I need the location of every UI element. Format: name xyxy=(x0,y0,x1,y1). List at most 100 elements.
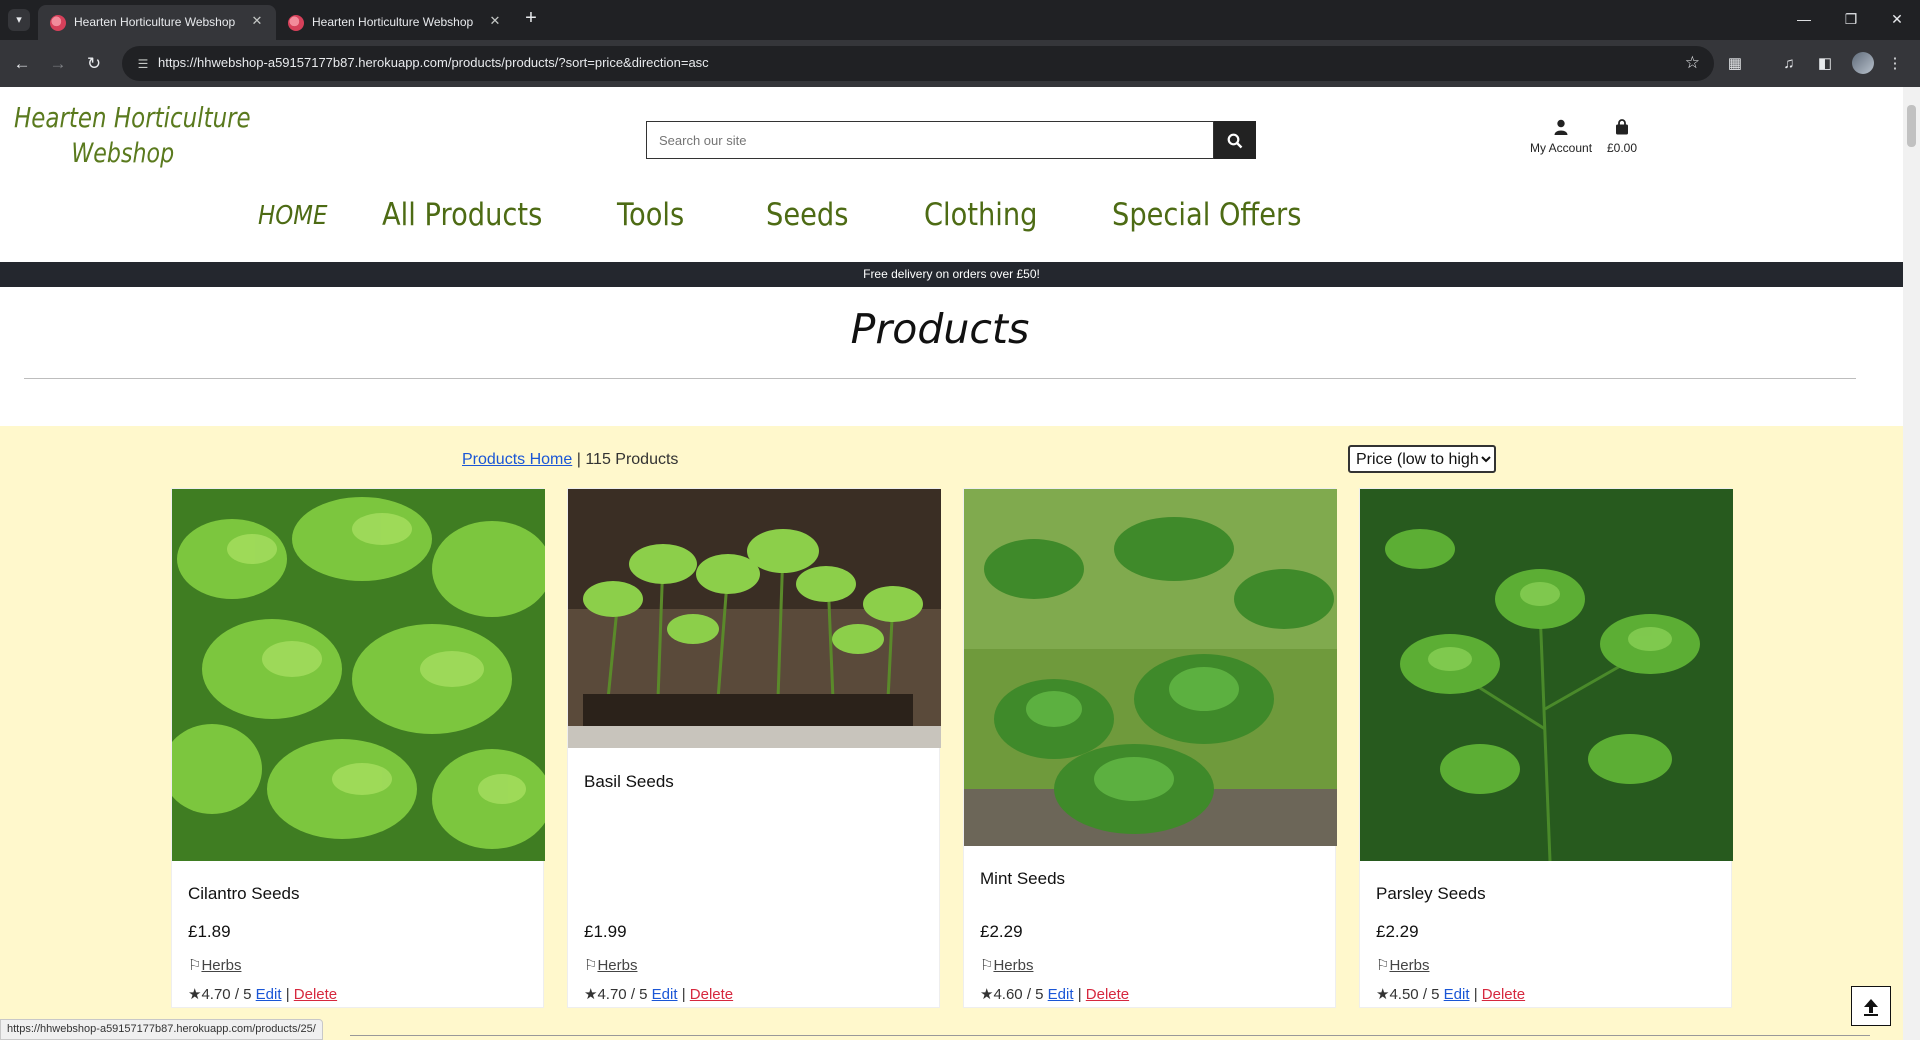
tag-icon: ⚐ xyxy=(980,957,994,974)
search-button[interactable] xyxy=(1214,121,1256,159)
delete-product-link[interactable]: Delete xyxy=(294,986,337,1003)
product-card: Basil Seeds £1.99 ⚐Herbs ★4.70 / 5 Edit … xyxy=(567,488,941,1008)
title-divider xyxy=(24,378,1856,379)
product-rating: 4.60 / 5 xyxy=(993,986,1044,1003)
product-rating-row: ★4.70 / 5 Edit | Delete xyxy=(188,986,338,1003)
arrow-up-icon xyxy=(1864,998,1878,1016)
sort-select[interactable]: Price (low to high) xyxy=(1348,445,1496,473)
browser-tab-strip: ▾ Hearten Horticulture Webshop ✕ Hearten… xyxy=(0,0,1920,40)
product-price: £1.99 xyxy=(584,922,627,941)
main-navigation: HOME All Products Tools Seeds Clothing S… xyxy=(0,197,1903,237)
star-icon: ★ xyxy=(188,986,202,1003)
site-favicon xyxy=(50,15,66,31)
tag-icon: ⚐ xyxy=(584,957,598,974)
my-account-link[interactable]: My Account xyxy=(1530,119,1592,155)
close-window-button[interactable]: ✕ xyxy=(1882,8,1912,30)
tab-search-button[interactable]: ▾ xyxy=(8,9,30,31)
product-name[interactable]: Parsley Seeds xyxy=(1376,884,1486,904)
address-url[interactable]: https://hhwebshop-a59157177b87.herokuapp… xyxy=(158,55,709,70)
product-rating: 4.70 / 5 xyxy=(597,986,648,1003)
product-category[interactable]: ⚐Herbs xyxy=(188,956,241,974)
bookmark-star-icon[interactable]: ☆ xyxy=(1685,53,1700,73)
my-account-label: My Account xyxy=(1530,141,1593,155)
basket-total: £0.00 xyxy=(1607,141,1638,155)
nav-all-products[interactable]: All Products xyxy=(382,197,542,233)
products-home-link[interactable]: Products Home xyxy=(462,451,572,468)
forward-icon[interactable]: → xyxy=(46,52,70,76)
nav-clothing[interactable]: Clothing xyxy=(924,197,1037,233)
nav-special-offers[interactable]: Special Offers xyxy=(1112,197,1301,233)
side-panel-icon[interactable]: ◧ xyxy=(1814,53,1836,75)
site-logo[interactable]: Hearten Horticulture Webshop xyxy=(14,101,251,169)
browser-tab-title: Hearten Horticulture Webshop xyxy=(74,15,236,29)
site-favicon xyxy=(288,15,304,31)
back-icon[interactable]: ← xyxy=(10,52,34,76)
star-icon: ★ xyxy=(584,986,598,1003)
breadcrumb: Products Home | 115 Products xyxy=(462,451,678,469)
logo-line-1: Hearten Horticulture xyxy=(14,101,251,134)
new-tab-button[interactable]: + xyxy=(520,8,542,30)
product-name[interactable]: Basil Seeds xyxy=(584,772,674,792)
product-image[interactable] xyxy=(1360,489,1733,861)
product-image[interactable] xyxy=(568,489,941,748)
product-category[interactable]: ⚐Herbs xyxy=(584,956,637,974)
scrollbar-thumb[interactable] xyxy=(1907,105,1916,147)
page-title: Products xyxy=(850,305,1030,353)
delivery-banner: Free delivery on orders over £50! xyxy=(0,262,1903,287)
search-input[interactable] xyxy=(646,121,1214,159)
category-link[interactable]: Herbs xyxy=(1389,957,1429,974)
page-scrollbar[interactable] xyxy=(1903,87,1920,1040)
browser-menu-icon[interactable]: ⋮ xyxy=(1884,53,1906,75)
address-bar[interactable]: ☰ https://hhwebshop-a59157177b87.herokua… xyxy=(122,46,1714,81)
basket-link[interactable]: £0.00 xyxy=(1607,119,1637,155)
product-count: 115 Products xyxy=(585,451,679,468)
back-to-top-button[interactable] xyxy=(1851,986,1891,1026)
product-card: Mint Seeds £2.29 ⚐Herbs ★4.60 / 5 Edit |… xyxy=(963,488,1337,1008)
reload-icon[interactable]: ↻ xyxy=(82,52,106,76)
tag-icon: ⚐ xyxy=(188,957,202,974)
logo-line-2: Webshop xyxy=(71,138,175,169)
product-name[interactable]: Cilantro Seeds xyxy=(188,884,300,904)
product-image[interactable] xyxy=(964,489,1337,846)
extensions-icon[interactable]: ▦ xyxy=(1724,53,1746,75)
delete-product-link[interactable]: Delete xyxy=(690,986,733,1003)
edit-product-link[interactable]: Edit xyxy=(1444,986,1470,1003)
nav-tools[interactable]: Tools xyxy=(617,197,684,233)
products-section: Products Home | 115 Products Price (low … xyxy=(0,426,1903,1040)
search-icon xyxy=(1227,133,1243,148)
product-image[interactable] xyxy=(172,489,545,861)
section-divider xyxy=(350,1035,1870,1036)
product-price: £1.89 xyxy=(188,922,231,941)
nav-home[interactable]: HOME xyxy=(258,201,327,231)
product-card: Cilantro Seeds £1.89 ⚐Herbs ★4.70 / 5 Ed… xyxy=(171,488,545,1008)
product-rating-row: ★4.60 / 5 Edit | Delete xyxy=(980,986,1130,1003)
star-icon: ★ xyxy=(1376,986,1390,1003)
media-controls-icon[interactable]: ♫ xyxy=(1778,53,1800,75)
product-rating: 4.50 / 5 xyxy=(1389,986,1440,1003)
shopping-bag-icon xyxy=(1607,119,1637,141)
site-search-form xyxy=(646,121,1256,159)
profile-avatar[interactable] xyxy=(1852,52,1874,74)
edit-product-link[interactable]: Edit xyxy=(256,986,282,1003)
browser-toolbar: ← → ↻ ☰ https://hhwebshop-a59157177b87.h… xyxy=(0,40,1920,87)
close-tab-icon[interactable]: ✕ xyxy=(486,12,504,30)
nav-seeds[interactable]: Seeds xyxy=(766,197,848,233)
browser-tab-2[interactable]: Hearten Horticulture Webshop ✕ xyxy=(276,5,514,40)
product-category[interactable]: ⚐Herbs xyxy=(980,956,1033,974)
browser-tab-1[interactable]: Hearten Horticulture Webshop ✕ xyxy=(38,5,276,40)
delete-product-link[interactable]: Delete xyxy=(1086,986,1129,1003)
site-info-icon[interactable]: ☰ xyxy=(134,55,152,73)
product-rating-row: ★4.70 / 5 Edit | Delete xyxy=(584,986,734,1003)
restore-button[interactable]: ❐ xyxy=(1836,8,1866,30)
product-name[interactable]: Mint Seeds xyxy=(980,869,1065,889)
product-category[interactable]: ⚐Herbs xyxy=(1376,956,1429,974)
edit-product-link[interactable]: Edit xyxy=(1048,986,1074,1003)
close-tab-icon[interactable]: ✕ xyxy=(248,12,266,30)
product-rating-row: ★4.50 / 5 Edit | Delete xyxy=(1376,986,1526,1003)
category-link[interactable]: Herbs xyxy=(597,957,637,974)
category-link[interactable]: Herbs xyxy=(993,957,1033,974)
category-link[interactable]: Herbs xyxy=(201,957,241,974)
minimize-button[interactable]: — xyxy=(1789,8,1819,30)
edit-product-link[interactable]: Edit xyxy=(652,986,678,1003)
delete-product-link[interactable]: Delete xyxy=(1482,986,1525,1003)
